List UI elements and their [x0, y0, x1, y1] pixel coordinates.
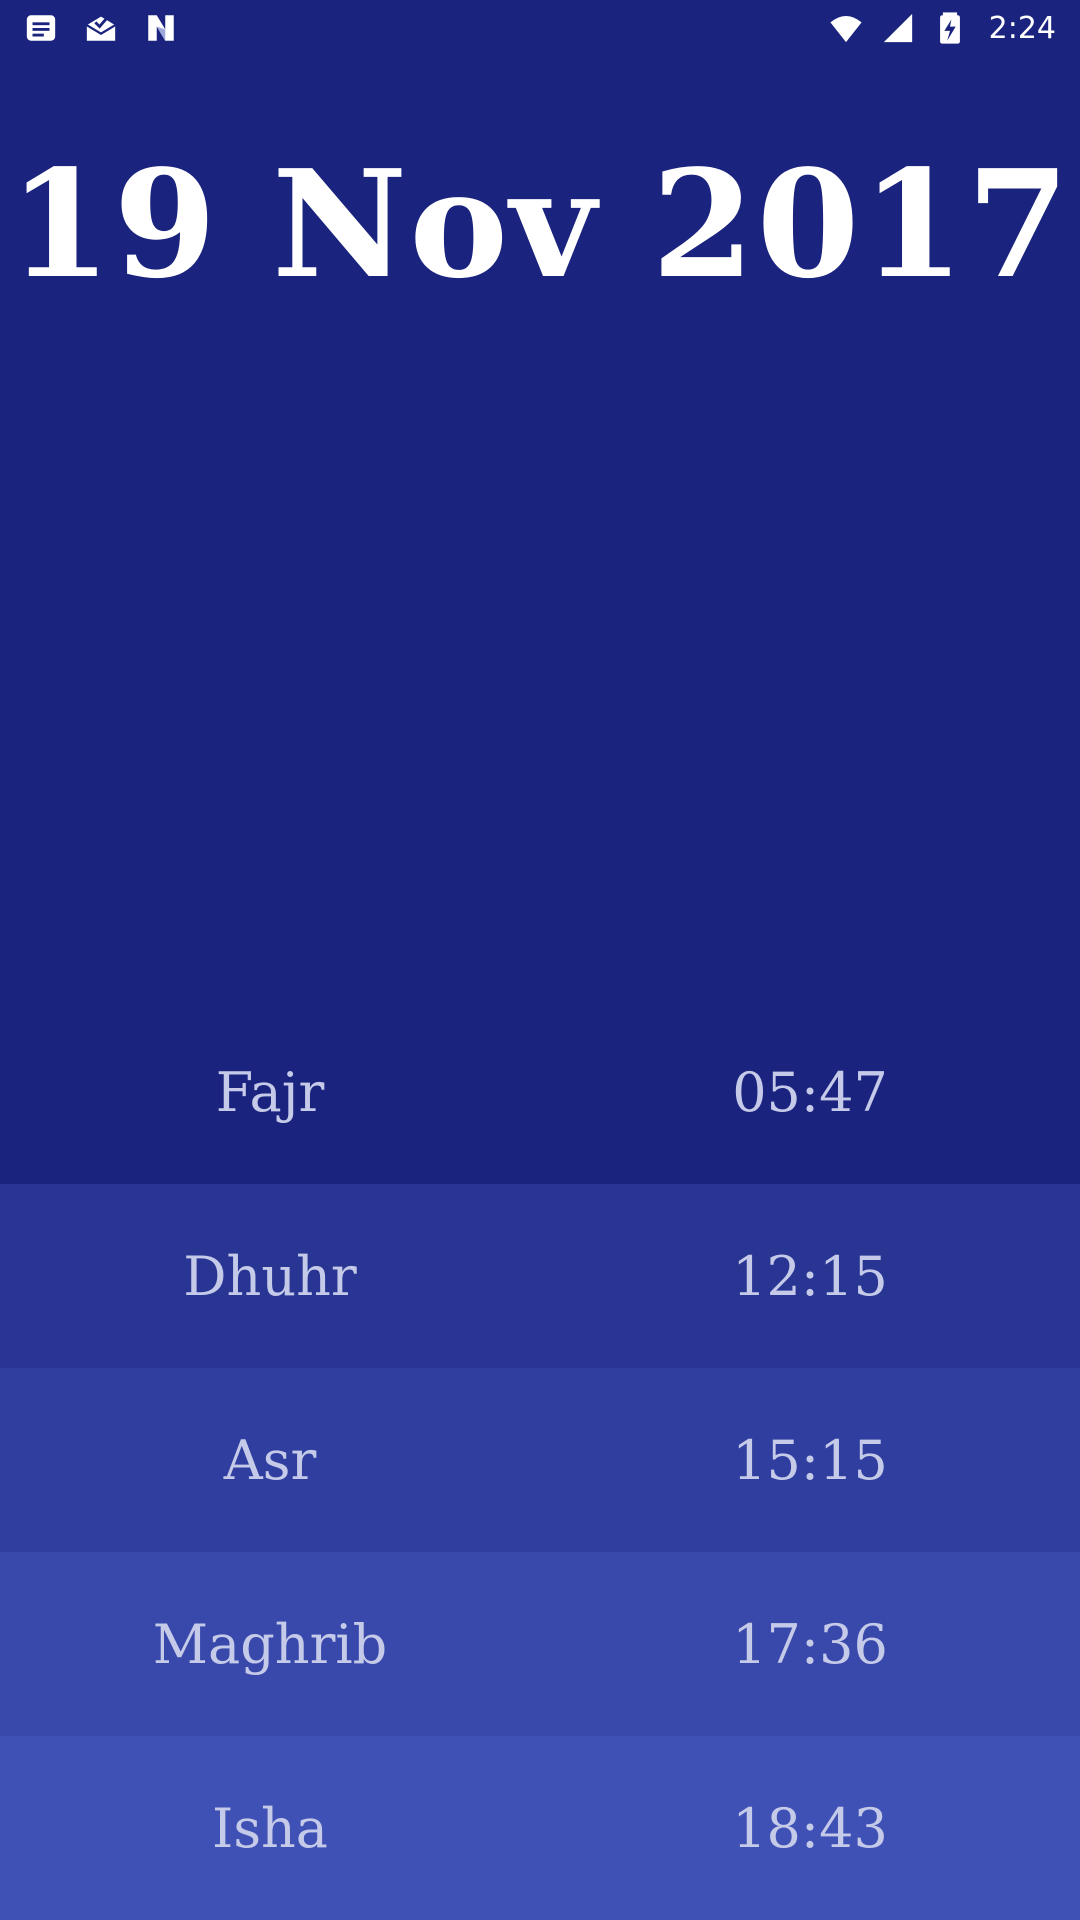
battery-charging-icon	[933, 11, 967, 45]
prayer-row-dhuhr[interactable]: Dhuhr 12:15	[0, 1184, 1080, 1368]
prayer-time: 15:15	[732, 1428, 888, 1492]
prayer-name: Isha	[211, 1796, 328, 1860]
prayer-row-asr[interactable]: Asr 15:15	[0, 1368, 1080, 1552]
prayer-row-fajr[interactable]: Fajr 05:47	[0, 1000, 1080, 1184]
prayer-time: 18:43	[732, 1796, 888, 1860]
prayer-name: Fajr	[215, 1060, 325, 1124]
status-bar: 2:24	[0, 0, 1080, 56]
signal-icon	[881, 11, 915, 45]
notification-icons	[24, 11, 178, 45]
prayer-row-isha[interactable]: Isha 18:43	[0, 1736, 1080, 1920]
prayer-time: 17:36	[732, 1612, 888, 1676]
prayer-row-maghrib[interactable]: Maghrib 17:36	[0, 1552, 1080, 1736]
prayer-name: Asr	[223, 1428, 317, 1492]
prayer-name: Maghrib	[152, 1612, 388, 1676]
app-screen: 2:24 19 Nov 2017 Fajr 05:47 Dhuhr 12:15 …	[0, 0, 1080, 1920]
prayer-time: 05:47	[732, 1060, 888, 1124]
system-icons: 2:24	[829, 11, 1056, 46]
date-heading: 19 Nov 2017	[8, 137, 1072, 311]
prayer-times-list: Fajr 05:47 Dhuhr 12:15 Asr 15:15 Maghrib…	[0, 1000, 1080, 1920]
wifi-icon	[829, 11, 863, 45]
mail-icon	[84, 11, 118, 45]
n-app-icon	[144, 11, 178, 45]
notes-icon	[24, 11, 58, 45]
status-clock: 2:24	[988, 10, 1056, 46]
prayer-name: Dhuhr	[183, 1244, 357, 1308]
prayer-time: 12:15	[732, 1244, 888, 1308]
